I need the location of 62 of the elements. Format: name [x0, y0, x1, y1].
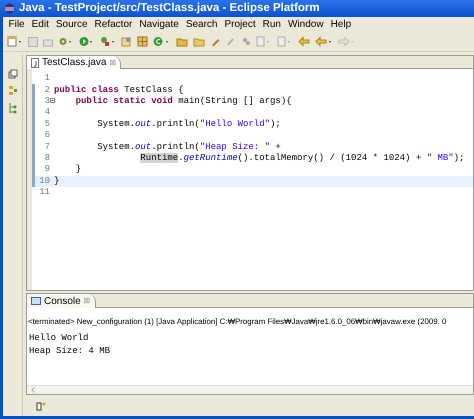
menu-item[interactable]: Search — [182, 17, 221, 32]
outline-icon[interactable] — [8, 102, 18, 114]
previous-annotation-icon[interactable] — [277, 36, 293, 47]
line-number: 2 — [44, 86, 51, 95]
menu-item[interactable]: Navigate — [136, 17, 182, 32]
scroll-left-icon[interactable] — [31, 387, 35, 393]
next-annotation-icon[interactable] — [256, 36, 272, 47]
pencil-icon[interactable] — [210, 36, 221, 47]
line-number: 7 — [44, 142, 51, 152]
menu-item[interactable]: Window — [284, 17, 328, 32]
debug-icon[interactable] — [100, 36, 116, 47]
line-number: 5 — [44, 120, 51, 129]
code-line: Runtime.getRuntime().totalMemory() / (1024 * 1024) + " MB"); — [140, 154, 464, 163]
window-title: Java - TestProject/src/TestClass.java - Eclipse Platform — [19, 0, 320, 16]
line-number: 1 — [44, 74, 51, 84]
horizontal-scrollbar[interactable] — [27, 385, 473, 394]
new-class-icon[interactable] — [153, 36, 171, 47]
line-number: 9 — [44, 165, 51, 174]
line-number: 8 — [44, 154, 51, 163]
open-folder-icon[interactable] — [176, 36, 188, 47]
code-line: public class TestClass { — [54, 86, 184, 95]
line-number: 3 — [44, 96, 51, 106]
line-number: 4 — [44, 108, 51, 118]
menu-item[interactable]: Refactor — [91, 17, 136, 32]
marker-icon[interactable] — [226, 36, 236, 47]
editor-tab[interactable]: TestClass.java ⊠ — [27, 56, 122, 69]
last-edit-icon[interactable] — [298, 36, 310, 47]
back-arrow-icon[interactable] — [315, 36, 333, 47]
new-file-icon[interactable] — [7, 36, 23, 47]
code-line: } — [76, 165, 81, 174]
menu-item[interactable]: Source — [52, 17, 92, 32]
menu-item[interactable]: Project — [221, 17, 260, 32]
eclipse-logo-icon — [4, 3, 15, 14]
menu-item[interactable]: Edit — [28, 17, 52, 32]
print-icon[interactable] — [43, 36, 53, 46]
run-icon[interactable] — [79, 36, 95, 47]
menu-item[interactable]: Run — [259, 17, 284, 32]
forward-arrow-icon[interactable] — [338, 36, 356, 47]
grid-icon[interactable] — [137, 36, 148, 47]
line-number: 10 — [39, 176, 51, 186]
console-output-line: Heap Size: 4 MB — [29, 345, 112, 358]
restore-icon[interactable] — [8, 69, 18, 79]
code-line: } — [54, 176, 60, 186]
gear-icon[interactable] — [58, 36, 74, 47]
dots-icon[interactable] — [241, 36, 251, 47]
fold-icon[interactable] — [50, 98, 55, 103]
code-line: public static void main(String [] args){ — [76, 96, 292, 106]
save-icon[interactable] — [28, 36, 38, 46]
package-icon[interactable] — [121, 36, 132, 47]
menu-item[interactable]: Help — [327, 17, 355, 32]
menu-item[interactable]: File — [5, 17, 28, 32]
code-line: System.out.println("Hello World"); — [97, 120, 281, 129]
console-tab[interactable]: Console ⊠ — [27, 294, 96, 308]
line-number: 11 — [39, 188, 51, 198]
folder-icon[interactable] — [193, 36, 205, 47]
code-line: System.out.println("Heap Size: " + — [97, 142, 281, 152]
hierarchy-icon[interactable] — [8, 85, 18, 96]
java-file-icon — [31, 58, 39, 68]
line-number: 6 — [44, 131, 51, 140]
fast-view-icon[interactable] — [36, 400, 47, 410]
console-icon — [31, 296, 41, 306]
console-output-line: Hello World — [29, 332, 90, 345]
